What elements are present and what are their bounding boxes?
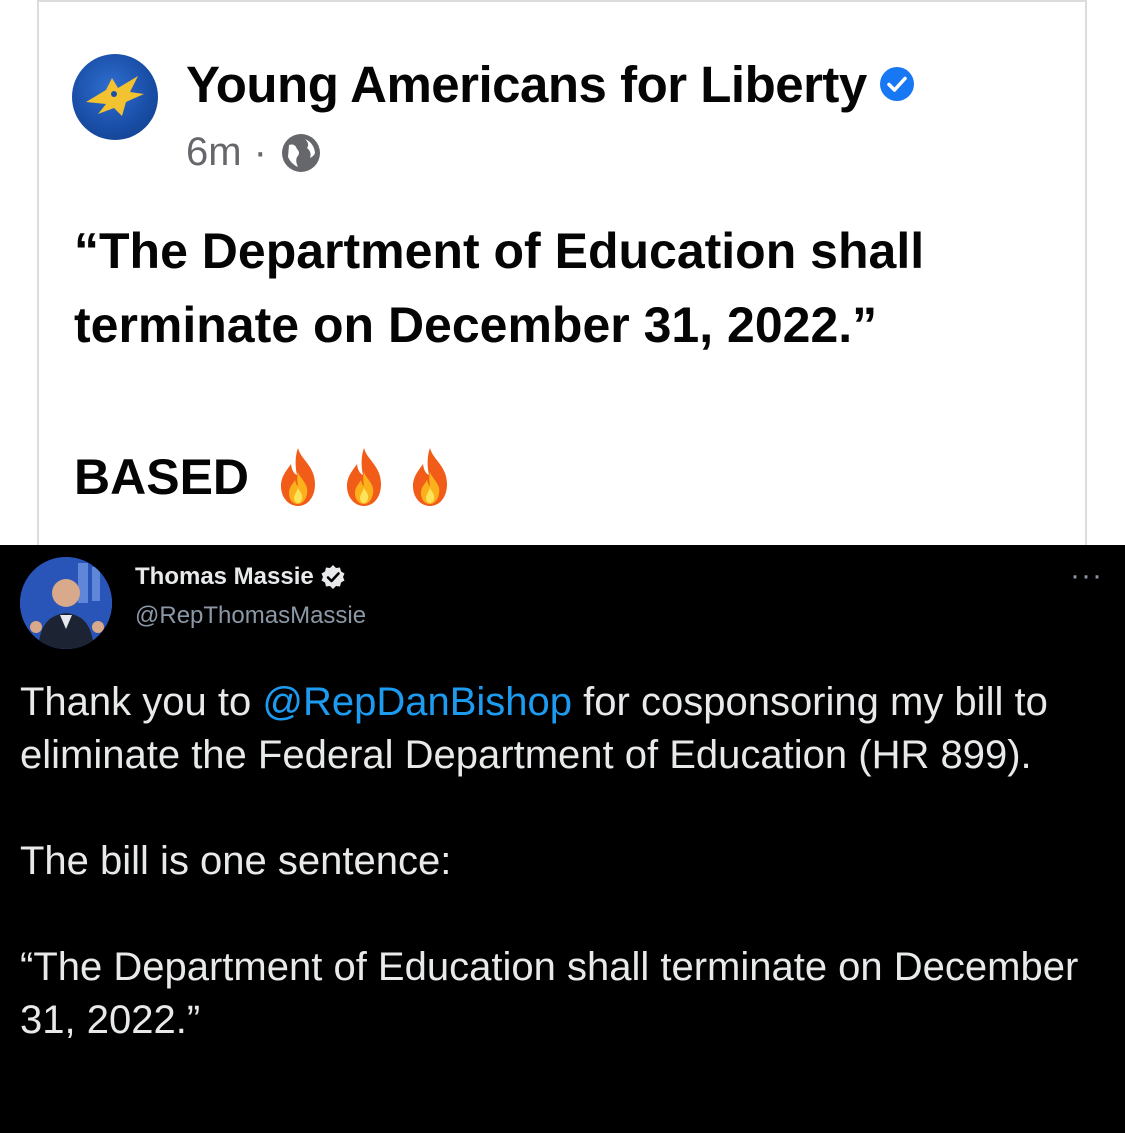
post-reaction-line: BASED: [74, 446, 457, 508]
fire-emoji-icon: [347, 448, 382, 506]
page-name[interactable]: Young Americans for Liberty: [186, 55, 867, 114]
eagle-logo-icon: [86, 76, 144, 116]
tweet-display-name[interactable]: Thomas Massie: [135, 563, 314, 591]
page-avatar[interactable]: [72, 54, 158, 140]
tweet-paragraph-3: “The Department of Education shall termi…: [20, 945, 1079, 1042]
mention-link[interactable]: @RepDanBishop: [262, 680, 572, 724]
post-meta: 6m ·: [186, 130, 323, 175]
tweet-paragraph-2: The bill is one sentence:: [20, 839, 452, 883]
post-time[interactable]: 6m: [186, 130, 242, 175]
tweet-handle[interactable]: @RepThomasMassie: [135, 602, 366, 630]
tweet-text: Thank you to @RepDanBishop for cosponsor…: [20, 676, 1110, 1047]
facebook-post-card: Young Americans for Liberty 6m · “The De…: [37, 0, 1087, 545]
globe-icon: [281, 133, 320, 172]
tweet-avatar[interactable]: [20, 557, 112, 649]
post-text: “The Department of Education shall termi…: [74, 223, 925, 353]
verified-badge-icon: [879, 67, 914, 101]
fire-emoji-icon: [281, 448, 316, 506]
more-options-icon[interactable]: ···: [1070, 559, 1103, 593]
page-name-row: Young Americans for Liberty: [186, 54, 915, 114]
fire-emoji-icon: [413, 448, 448, 506]
tweet-text-before-mention: Thank you to: [20, 680, 263, 724]
verified-badge-icon: [321, 565, 345, 589]
tweet-name-row: Thomas Massie: [135, 563, 346, 591]
tweet-paragraph-1: Thank you to @RepDanBishop for cosponsor…: [20, 676, 1110, 782]
user-photo-icon: [20, 557, 112, 649]
meta-separator: ·: [253, 130, 267, 174]
reaction-text: BASED: [74, 449, 250, 505]
tweet-card: Thomas Massie @RepThomasMassie ··· Thank…: [0, 545, 1125, 1133]
